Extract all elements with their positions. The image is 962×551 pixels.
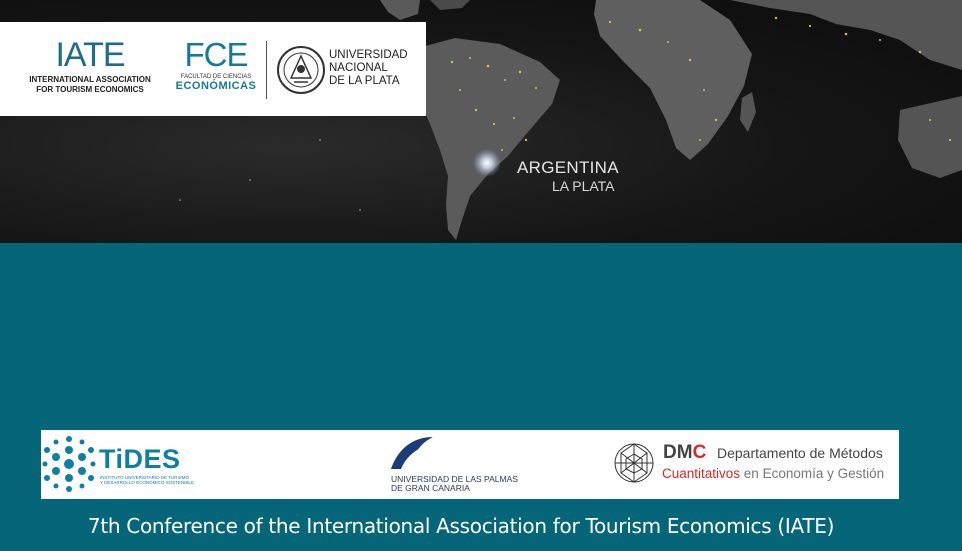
unlp-seal-icon (277, 46, 325, 94)
ulpgc-logo: UNIVERSIDAD DE LAS PALMAS DE GRAN CANARI… (387, 433, 527, 497)
tides-logo: TiDES INSTITUTO UNIVERSITARIO DE TURISMO… (41, 434, 211, 494)
unlp-line3: DE LA PLATA (329, 75, 400, 87)
map-label-city: LA PLATA (552, 178, 615, 194)
fce-logo-line2: ECONÓMICAS (175, 80, 257, 92)
ulpgc-emblem-icon (391, 437, 433, 469)
dmc-letters-c: C (692, 442, 707, 463)
ulpgc-line2: DE GRAN CANARIA (391, 483, 470, 493)
tides-sub-line2: Y DESARROLLO ECONÓMICO SOSTENIBLE (100, 480, 194, 485)
dmc-line1: Departamento de Métodos (717, 445, 883, 461)
unlp-line1: UNIVERSIDAD (329, 49, 408, 61)
logo-divider (266, 41, 267, 99)
partner-logos-panel: IATE INTERNATIONAL ASSOCIATION FOR TOURI… (0, 22, 426, 116)
fce-logo: FCE FACULTAD DE CIENCIAS ECONÓMICAS (174, 38, 258, 92)
tides-name: TiDES (99, 444, 181, 474)
dmc-logo: DMC Departamento de Métodos Cuantitativo… (613, 440, 899, 490)
dmc-geodesic-icon (614, 443, 654, 483)
dmc-letters-dm: DM (663, 442, 693, 463)
tides-subtitle: INSTITUTO UNIVERSITARIO DE TURISMO Y DES… (100, 475, 210, 485)
unlp-logo-text: UNIVERSIDAD NACIONAL DE LA PLATA (329, 49, 408, 88)
unlp-line2: NACIONAL (329, 62, 388, 74)
dmc-line2-rest: en Economía y Gestión (740, 466, 885, 481)
map-label-country: ARGENTINA (517, 158, 619, 177)
hero-banner-map: IATE INTERNATIONAL ASSOCIATION FOR TOURI… (0, 0, 962, 243)
dmc-line2: Cuantitativos en Economía y Gestión (662, 466, 884, 481)
dmc-acronym: DMC (663, 442, 706, 464)
iate-logo-line1: INTERNATIONAL ASSOCIATION (29, 75, 151, 84)
iate-logo-mark: IATE (55, 36, 125, 74)
dmc-line2-highlight: Cuantitativos (662, 466, 741, 481)
sponsor-logos-strip: TiDES INSTITUTO UNIVERSITARIO DE TURISMO… (41, 430, 899, 499)
iate-logo: IATE INTERNATIONAL ASSOCIATION FOR TOURI… (28, 38, 152, 95)
fce-logo-mark: FCE (184, 36, 249, 73)
iate-logo-line2: FOR TOURISM ECONOMICS (36, 85, 144, 94)
conference-title: 7th Conference of the International Asso… (87, 514, 835, 538)
ulpgc-logo-text: UNIVERSIDAD DE LAS PALMAS DE GRAN CANARI… (391, 475, 531, 493)
tides-dots-icon (42, 436, 96, 492)
